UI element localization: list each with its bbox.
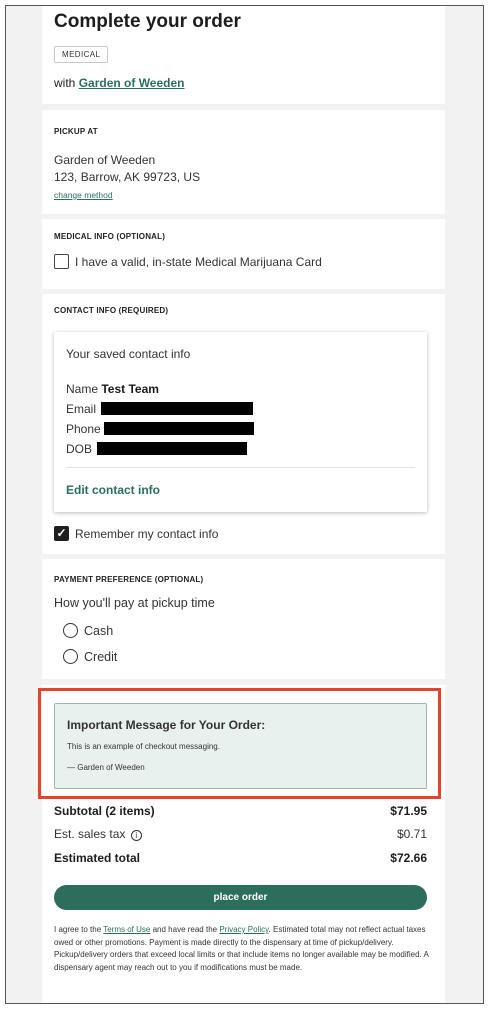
phone-redaction <box>104 422 255 435</box>
subtotal-label: Subtotal (2 items) <box>54 804 155 818</box>
dob-label: DOB <box>66 442 93 456</box>
medical-badge: MEDICAL <box>54 46 109 63</box>
saved-contact-title: Your saved contact info <box>66 347 191 361</box>
medical-heading: MEDICAL INFO (OPTIONAL) <box>54 232 166 241</box>
credit-label: Credit <box>84 650 118 664</box>
cash-label: Cash <box>84 624 114 638</box>
legal-middle: and have read the <box>152 925 218 934</box>
medical-card-checkbox[interactable] <box>54 254 69 269</box>
with-prefix: with <box>54 76 76 90</box>
email-redaction <box>101 402 254 415</box>
medical-card-label: I have a valid, in-state Medical Marijua… <box>75 255 322 269</box>
highlight-box <box>38 688 441 799</box>
checkout-column: Complete your order MEDICAL with Garden … <box>42 6 445 1003</box>
terms-of-use-link[interactable]: Terms of Use <box>103 925 150 934</box>
phone-label: Phone <box>66 422 101 436</box>
saved-contact-panel: Your saved contact info Name Test Team E… <box>54 332 427 512</box>
legal-prefix: I agree to the <box>54 925 102 934</box>
store-link[interactable]: Garden of Weeden <box>79 76 185 90</box>
contact-email-row: Email <box>66 402 254 416</box>
credit-radio[interactable] <box>63 649 78 664</box>
tax-value: $0.71 <box>396 827 427 841</box>
change-method-link[interactable]: change method <box>54 190 113 200</box>
pickup-address: 123, Barrow, AK 99723, US <box>54 170 201 184</box>
cash-radio[interactable] <box>63 623 78 638</box>
pickup-heading: PICKUP AT <box>54 127 98 136</box>
edit-contact-link[interactable]: Edit contact info <box>66 483 160 497</box>
place-order-button[interactable]: place order <box>54 885 427 910</box>
medical-info-card: MEDICAL INFO (OPTIONAL) I have a valid, … <box>42 219 445 289</box>
pickup-card: PICKUP AT Garden of Weeden 123, Barrow, … <box>42 110 445 214</box>
contact-phone-row: Phone <box>66 422 255 436</box>
total-value: $72.66 <box>390 851 427 865</box>
checkmark-icon: ✓ <box>56 526 67 540</box>
info-icon[interactable]: i <box>130 830 142 841</box>
contact-info-card: CONTACT INFO (REQUIRED) Your saved conta… <box>42 294 445 554</box>
payment-preference-card: PAYMENT PREFERENCE (OPTIONAL) How you'll… <box>42 559 445 679</box>
page-frame: Complete your order MEDICAL with Garden … <box>5 5 484 1004</box>
remember-contact-label: Remember my contact info <box>75 527 219 541</box>
name-label: Name <box>66 382 99 396</box>
subtotal-row: Subtotal (2 items) $71.95 <box>54 804 427 818</box>
order-totals-card: Subtotal (2 items) $71.95 Est. sales tax… <box>42 797 445 1003</box>
page-title: Complete your order <box>54 11 241 32</box>
contact-dob-row: DOB <box>66 442 248 456</box>
store-line: with Garden of Weeden <box>54 76 184 90</box>
total-row: Estimated total $72.66 <box>54 851 427 865</box>
legal-text: I agree to the Terms of Use and have rea… <box>54 924 430 974</box>
contact-name-row: Name Test Team <box>66 382 159 396</box>
pickup-store-name: Garden of Weeden <box>54 153 156 167</box>
dob-redaction <box>97 442 248 455</box>
tax-label: Est. sales tax <box>54 827 126 841</box>
privacy-policy-link[interactable]: Privacy Policy <box>219 925 268 934</box>
subtotal-value: $71.95 <box>390 804 427 818</box>
total-label: Estimated total <box>54 851 141 865</box>
saved-contact-divider <box>66 467 415 468</box>
tax-row: Est. sales tax i $0.71 <box>54 827 427 841</box>
payment-question: How you'll pay at pickup time <box>54 596 215 610</box>
remember-contact-checkbox[interactable]: ✓ <box>54 526 69 541</box>
payment-heading: PAYMENT PREFERENCE (OPTIONAL) <box>54 575 204 584</box>
order-header-card: Complete your order MEDICAL with Garden … <box>42 6 445 104</box>
contact-heading: CONTACT INFO (REQUIRED) <box>54 306 169 315</box>
email-label: Email <box>66 402 97 416</box>
name-value: Test Team <box>101 382 159 396</box>
